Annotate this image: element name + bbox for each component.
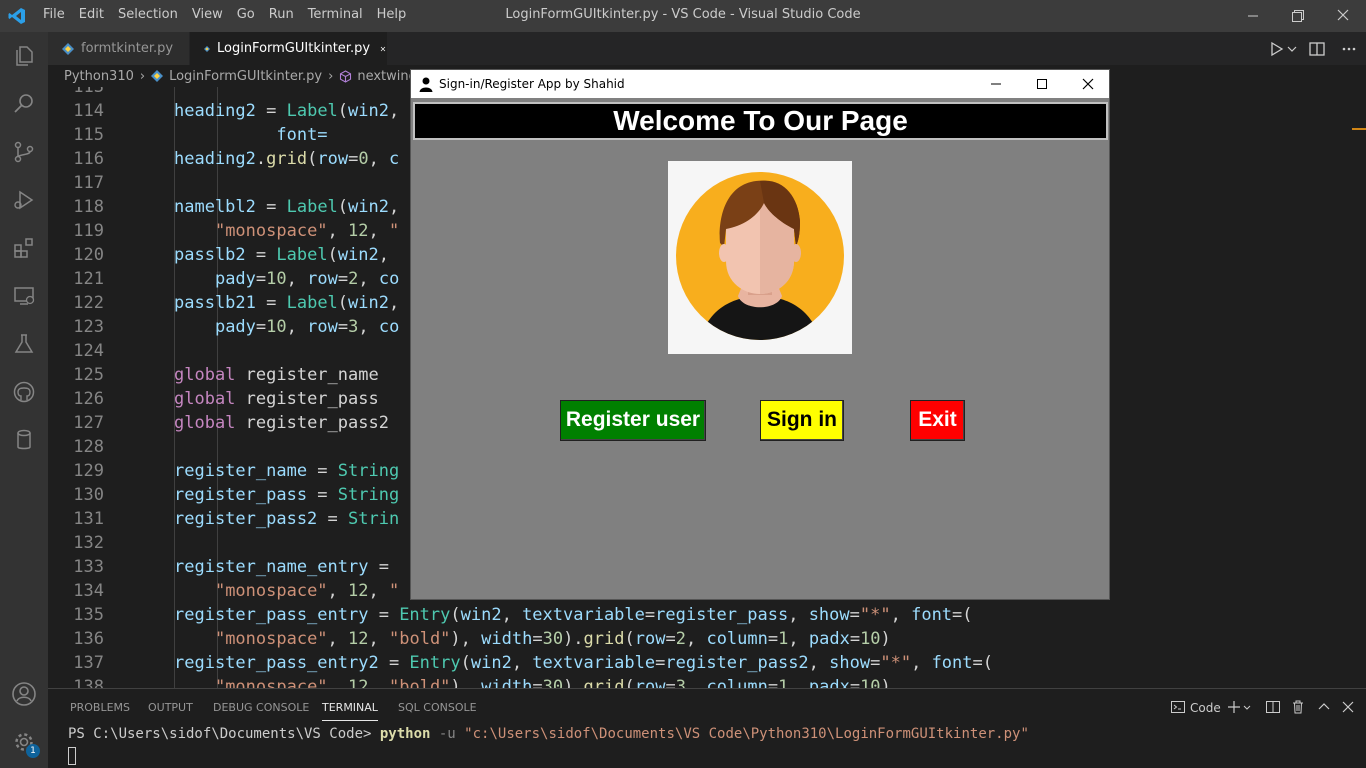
- tab-formtkinter[interactable]: formtkinter.py: [48, 32, 189, 65]
- avatar-image: [676, 172, 844, 340]
- breadcrumb-folder[interactable]: Python310: [64, 69, 134, 84]
- menu-selection[interactable]: Selection: [111, 0, 185, 32]
- terminal-shell-icon[interactable]: [1170, 699, 1186, 715]
- terminal-path: "c:\Users\sidof\Documents\VS Code\Python…: [464, 726, 1029, 742]
- panel-tab-output[interactable]: OUTPUT: [148, 701, 193, 714]
- tk-title-bar: Sign-in/Register App by Shahid: [411, 70, 1109, 98]
- tk-window-title: Sign-in/Register App by Shahid: [439, 77, 625, 91]
- settings-badge: 1: [26, 744, 40, 758]
- panel-tab-debug-console[interactable]: DEBUG CONSOLE: [213, 701, 309, 714]
- tab-label: formtkinter.py: [81, 41, 174, 56]
- panel-tab-sql-console[interactable]: SQL CONSOLE: [398, 701, 477, 714]
- minimize-icon[interactable]: [973, 70, 1019, 98]
- editor-tabs: formtkinter.py LoginFormGUItkinter.py: [48, 32, 1366, 65]
- new-terminal-plus-icon[interactable]: [1226, 699, 1242, 715]
- tab-label: LoginFormGUItkinter.py: [216, 41, 371, 56]
- menu-file[interactable]: File: [36, 0, 72, 32]
- chevron-right-icon: ›: [139, 68, 146, 84]
- chevron-down-icon[interactable]: [1242, 699, 1252, 715]
- close-tab-icon[interactable]: [379, 41, 387, 57]
- split-editor-icon[interactable]: [1308, 40, 1326, 58]
- search-icon[interactable]: [0, 80, 48, 128]
- terminal-prompt: PS C:\Users\sidof\Documents\VS Code>: [68, 726, 380, 742]
- welcome-heading: Welcome To Our Page: [413, 102, 1108, 140]
- tk-app-window: Sign-in/Register App by Shahid Welcome T…: [410, 69, 1110, 600]
- menu-view[interactable]: View: [185, 0, 230, 32]
- accounts-icon[interactable]: [0, 670, 48, 718]
- settings-gear-icon[interactable]: 1: [0, 718, 48, 766]
- python-file-icon: [204, 45, 210, 52]
- close-icon[interactable]: [1065, 70, 1111, 98]
- bottom-panel: PROBLEMS OUTPUT DEBUG CONSOLE TERMINAL S…: [48, 688, 1366, 768]
- maximize-panel-chevron-up-icon[interactable]: [1316, 699, 1332, 715]
- split-terminal-icon[interactable]: [1265, 699, 1281, 715]
- source-control-icon[interactable]: [0, 128, 48, 176]
- avatar: [668, 161, 852, 354]
- github-icon[interactable]: [0, 368, 48, 416]
- maximize-icon[interactable]: [1019, 70, 1065, 98]
- chevron-down-icon[interactable]: [1286, 40, 1298, 58]
- terminal-shell-label[interactable]: Code: [1190, 701, 1221, 715]
- code-line: 135 register_pass_entry = Entry(win2, tex…: [73, 605, 973, 625]
- trash-icon[interactable]: [1290, 699, 1306, 715]
- terminal-cursor: [68, 747, 76, 765]
- terminal-output[interactable]: PS C:\Users\sidof\Documents\VS Code> pyt…: [68, 726, 1029, 742]
- run-file-icon[interactable]: [1268, 40, 1286, 58]
- sign-in-button[interactable]: Sign in: [760, 400, 844, 441]
- register-user-button[interactable]: Register user: [560, 400, 706, 441]
- remote-explorer-icon[interactable]: [0, 272, 48, 320]
- tab-loginformguitkinter[interactable]: LoginFormGUItkinter.py: [190, 32, 387, 65]
- menu-bar: File Edit Selection View Go Run Terminal…: [36, 0, 413, 32]
- minimize-icon[interactable]: [1230, 0, 1276, 32]
- menu-go[interactable]: Go: [230, 0, 262, 32]
- menu-run[interactable]: Run: [262, 0, 301, 32]
- close-window-icon[interactable]: [1320, 0, 1366, 32]
- testing-flask-icon[interactable]: [0, 320, 48, 368]
- method-cube-icon: [340, 69, 352, 83]
- menu-edit[interactable]: Edit: [72, 0, 111, 32]
- vscode-logo-icon: [8, 8, 25, 24]
- user-silhouette-icon: [419, 77, 433, 92]
- extensions-icon[interactable]: [0, 224, 48, 272]
- close-panel-icon[interactable]: [1340, 699, 1356, 715]
- code-line: 137 register_pass_entry2 = Entry(win2, te…: [73, 653, 993, 673]
- code-line: 138 "monospace", 12, "bold"), width=30).…: [73, 677, 891, 688]
- terminal-flag: -u: [430, 726, 465, 742]
- exit-button[interactable]: Exit: [910, 400, 965, 441]
- menu-help[interactable]: Help: [370, 0, 414, 32]
- code-line: 136 "monospace", 12, "bold"), width=30).…: [73, 629, 891, 649]
- menu-terminal[interactable]: Terminal: [301, 0, 370, 32]
- panel-tab-problems[interactable]: PROBLEMS: [70, 701, 130, 714]
- run-debug-icon[interactable]: [0, 176, 48, 224]
- terminal-command: python: [379, 726, 431, 742]
- chevron-right-icon: ›: [328, 68, 334, 84]
- database-icon[interactable]: [0, 416, 48, 464]
- explorer-icon[interactable]: [0, 32, 48, 80]
- python-file-icon: [62, 42, 74, 55]
- python-file-icon: [151, 70, 164, 82]
- more-actions-icon[interactable]: [1340, 40, 1358, 58]
- panel-tab-terminal[interactable]: TERMINAL: [322, 701, 378, 721]
- breadcrumb-file[interactable]: LoginFormGUItkinter.py: [169, 69, 322, 84]
- activity-bar: 1: [0, 32, 48, 768]
- restore-icon[interactable]: [1274, 0, 1320, 32]
- title-bar: File Edit Selection View Go Run Terminal…: [0, 0, 1366, 32]
